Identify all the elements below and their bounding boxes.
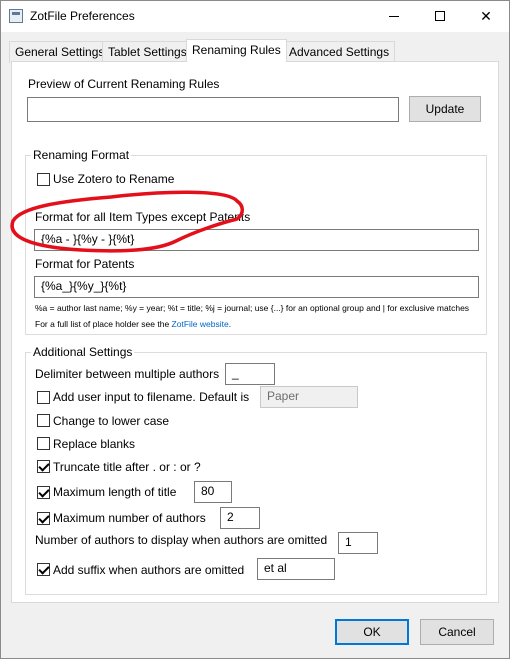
- tab-tablet-settings[interactable]: Tablet Settings: [102, 41, 193, 63]
- format-patents-input[interactable]: {%a_}{%y_}{%t}: [34, 276, 479, 298]
- tab-advanced-settings[interactable]: Advanced Settings: [283, 41, 396, 63]
- tab-renaming-rules[interactable]: Renaming Rules: [186, 39, 287, 62]
- add-suffix-checkbox[interactable]: [37, 563, 50, 576]
- replace-blanks-label: Replace blanks: [53, 437, 136, 451]
- authors-display-label: Number of authors to display when author…: [35, 533, 328, 547]
- replace-blanks-checkbox[interactable]: [37, 437, 50, 450]
- max-authors-input[interactable]: 2: [220, 507, 260, 529]
- preview-label: Preview of Current Renaming Rules: [28, 77, 220, 91]
- full-list-suffix: .: [228, 319, 232, 329]
- format-all-input[interactable]: {%a - }{%y - }{%t}: [34, 229, 479, 251]
- max-authors-checkbox[interactable]: [37, 512, 50, 525]
- lower-case-checkbox[interactable]: [37, 414, 50, 427]
- ok-button[interactable]: OK: [335, 619, 409, 645]
- delimiter-label: Delimiter between multiple authors: [35, 367, 220, 381]
- close-button[interactable]: ✕: [463, 1, 509, 32]
- truncate-title-checkbox[interactable]: [37, 460, 50, 473]
- tab-general-settings[interactable]: General Settings: [9, 41, 111, 63]
- placeholder-help-text: %a = author last name; %y = year; %t = t…: [35, 303, 470, 313]
- add-suffix-label: Add suffix when authors are omitted: [53, 563, 245, 577]
- delimiter-input[interactable]: _: [225, 363, 275, 385]
- lower-case-label: Change to lower case: [53, 414, 170, 428]
- user-input-checkbox[interactable]: [37, 391, 50, 404]
- maximize-icon: [435, 11, 445, 21]
- use-zotero-label: Use Zotero to Rename: [53, 172, 175, 186]
- tab-panel: Preview of Current Renaming Rules Update…: [11, 61, 499, 603]
- app-window-icon: [9, 9, 23, 23]
- max-authors-label: Maximum number of authors: [53, 511, 206, 525]
- authors-display-input[interactable]: 1: [338, 532, 378, 554]
- update-button[interactable]: Update: [409, 96, 481, 122]
- preview-field[interactable]: [27, 97, 399, 122]
- title-bar: ZotFile Preferences ✕: [1, 1, 509, 32]
- additional-settings-title: Additional Settings: [31, 345, 135, 359]
- full-list-help-text: For a full list of place holder see the …: [35, 319, 231, 329]
- minimize-button[interactable]: [371, 1, 417, 32]
- default-filename-input[interactable]: Paper: [260, 386, 358, 408]
- preferences-window: ZotFile Preferences ✕ General Settings T…: [0, 0, 510, 659]
- use-zotero-checkbox[interactable]: [37, 173, 50, 186]
- close-icon: ✕: [480, 8, 492, 24]
- renaming-format-title: Renaming Format: [31, 148, 132, 162]
- suffix-input[interactable]: et al: [257, 558, 335, 580]
- max-title-length-checkbox[interactable]: [37, 486, 50, 499]
- format-all-label: Format for all Item Types except Patents: [35, 210, 251, 224]
- minimize-icon: [389, 16, 399, 17]
- zotfile-website-link[interactable]: ZotFile website: [172, 319, 229, 329]
- window-title: ZotFile Preferences: [30, 9, 135, 23]
- max-title-length-label: Maximum length of title: [53, 485, 177, 499]
- cancel-button[interactable]: Cancel: [420, 619, 494, 645]
- maximize-button[interactable]: [417, 1, 463, 32]
- full-list-prefix: For a full list of place holder see the: [35, 319, 172, 329]
- max-title-length-input[interactable]: 80: [194, 481, 232, 503]
- format-patents-label: Format for Patents: [35, 257, 135, 271]
- truncate-title-label: Truncate title after . or : or ?: [53, 460, 201, 474]
- user-input-label: Add user input to filename. Default is: [53, 390, 250, 404]
